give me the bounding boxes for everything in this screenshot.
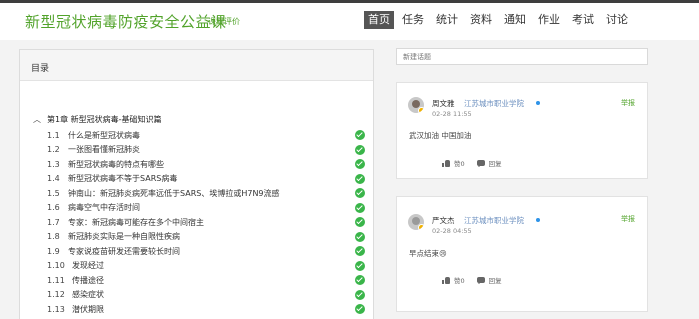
lesson-item[interactable]: 1.11 传播途径 bbox=[47, 273, 365, 287]
completed-check-icon bbox=[355, 260, 365, 271]
lesson-title: 什么是新型冠状病毒 bbox=[68, 130, 140, 140]
lesson-number: 1.5 bbox=[47, 188, 60, 198]
course-eval-link[interactable]: 课程评价 bbox=[208, 16, 240, 27]
lesson-number: 1.12 bbox=[47, 290, 65, 299]
lesson-number: 1.10 bbox=[47, 261, 65, 270]
lesson-title: 潜伏期限 bbox=[72, 304, 104, 314]
lesson-title: 一张图看懂新冠肺炎 bbox=[68, 145, 140, 154]
completed-check-icon bbox=[355, 202, 365, 213]
post-time: 02-28 04:55 bbox=[432, 227, 472, 235]
post-school: 江苏城市职业学院 bbox=[464, 216, 524, 225]
completed-check-icon bbox=[355, 130, 365, 140]
lesson-number: 1.3 bbox=[47, 159, 60, 169]
main-nav: 首页 任务 统计 资料 通知 作业 考试 讨论 bbox=[364, 11, 636, 29]
nav-home[interactable]: 首页 bbox=[364, 11, 394, 29]
lesson-item[interactable]: 1.8 新冠肺炎实际是一种自限性疾病 bbox=[47, 230, 365, 244]
comment-icon bbox=[476, 160, 485, 167]
post-actions: 赞0 回复 bbox=[442, 158, 514, 168]
like-button[interactable]: 赞0 bbox=[442, 275, 465, 285]
report-button[interactable]: 举报 bbox=[621, 214, 635, 224]
completed-check-icon bbox=[355, 275, 365, 285]
lesson-item[interactable]: 1.4 新型冠状病毒不等于SARS病毒 bbox=[47, 172, 365, 186]
lesson-item[interactable]: 1.1 什么是新型冠状病毒 bbox=[47, 128, 365, 142]
chapter-heading[interactable]: ︿ 第1章 新型冠状病毒-基础知识篇 bbox=[33, 114, 162, 125]
nav-homework[interactable]: 作业 bbox=[534, 11, 564, 29]
discussion-post: 周文雅 江苏城市职业学院 举报 02-28 11:55 武汉加油 中国加油 赞0… bbox=[396, 82, 648, 179]
online-status-dot bbox=[536, 101, 540, 105]
lesson-item[interactable]: 1.7 专家：新冠病毒可能存在多个中间宿主 bbox=[47, 215, 365, 229]
chevron-up-icon[interactable]: ︿ bbox=[33, 114, 41, 125]
lesson-title: 专家说疫苗研发还需要较长时间 bbox=[68, 246, 180, 256]
lesson-number: 1.9 bbox=[47, 246, 60, 256]
lesson-number: 1.7 bbox=[47, 217, 60, 227]
report-button[interactable]: 举报 bbox=[621, 98, 635, 108]
post-time: 02-28 11:55 bbox=[432, 110, 472, 118]
lesson-title: 新型冠状病毒的特点有哪些 bbox=[68, 159, 164, 169]
like-button[interactable]: 赞0 bbox=[442, 158, 465, 168]
new-topic-input[interactable] bbox=[396, 48, 648, 65]
lesson-title: 病毒空气中存活时间 bbox=[68, 203, 140, 212]
lesson-item[interactable]: 1.6 病毒空气中存活时间 bbox=[47, 201, 365, 215]
completed-check-icon bbox=[355, 289, 365, 300]
post-author[interactable]: 周文雅 bbox=[432, 98, 455, 109]
nav-discussion[interactable]: 讨论 bbox=[602, 11, 632, 29]
nav-tasks[interactable]: 任务 bbox=[398, 11, 428, 29]
completed-check-icon bbox=[355, 159, 365, 169]
avatar[interactable] bbox=[408, 97, 424, 113]
lesson-item[interactable]: 1.2 一张图看懂新冠肺炎 bbox=[47, 143, 365, 157]
reply-button[interactable]: 回复 bbox=[476, 275, 502, 285]
completed-check-icon bbox=[355, 246, 365, 256]
post-author[interactable]: 严文杰 bbox=[432, 215, 455, 226]
lesson-title: 钟南山：新冠肺炎病死率远低于SARS、埃博拉或H7N9流感 bbox=[68, 188, 280, 198]
lesson-title: 感染症状 bbox=[72, 290, 104, 299]
nav-stats[interactable]: 统计 bbox=[432, 11, 462, 29]
lesson-item[interactable]: 1.10 发现经过 bbox=[47, 259, 365, 273]
completed-check-icon bbox=[355, 231, 365, 242]
badge-icon bbox=[418, 107, 424, 113]
lesson-number: 1.6 bbox=[47, 203, 60, 212]
nav-notices[interactable]: 通知 bbox=[500, 11, 530, 29]
badge-icon bbox=[418, 224, 424, 230]
completed-check-icon bbox=[355, 304, 365, 314]
lesson-number: 1.8 bbox=[47, 232, 60, 241]
chapter-title: 第1章 新型冠状病毒-基础知识篇 bbox=[47, 115, 162, 124]
lesson-title: 新型冠状病毒不等于SARS病毒 bbox=[68, 174, 178, 183]
post-actions: 赞0 回复 bbox=[442, 275, 514, 285]
completed-check-icon bbox=[355, 173, 365, 184]
nav-exam[interactable]: 考试 bbox=[568, 11, 598, 29]
completed-check-icon bbox=[355, 217, 365, 227]
lesson-number: 1.1 bbox=[47, 130, 60, 140]
online-status-dot bbox=[536, 218, 540, 222]
lesson-item[interactable]: 1.5 钟南山：新冠肺炎病死率远低于SARS、埃博拉或H7N9流感 bbox=[47, 186, 365, 200]
thumbs-up-icon bbox=[442, 159, 450, 167]
reply-button[interactable]: 回复 bbox=[476, 158, 502, 168]
lesson-title: 发现经过 bbox=[72, 261, 104, 270]
discussion-post: 严文杰 江苏城市职业学院 举报 02-28 04:55 早点结束😢 赞0 回复 bbox=[396, 196, 648, 312]
lesson-item[interactable]: 1.12 感染症状 bbox=[47, 288, 365, 302]
lesson-title: 新冠肺炎实际是一种自限性疾病 bbox=[68, 232, 180, 241]
lesson-number: 1.13 bbox=[47, 304, 65, 314]
completed-check-icon bbox=[355, 144, 365, 155]
post-content: 武汉加油 中国加油 bbox=[409, 131, 472, 140]
post-school: 江苏城市职业学院 bbox=[464, 99, 524, 108]
course-title[interactable]: 新型冠状病毒防疫安全公益课 bbox=[25, 11, 227, 32]
lesson-title: 传播途径 bbox=[72, 275, 104, 285]
lesson-number: 1.11 bbox=[47, 275, 65, 285]
avatar[interactable] bbox=[408, 214, 424, 230]
lesson-number: 1.4 bbox=[47, 174, 60, 183]
comment-icon bbox=[476, 277, 485, 284]
lesson-title: 专家：新冠病毒可能存在多个中间宿主 bbox=[68, 217, 204, 227]
nav-materials[interactable]: 资料 bbox=[466, 11, 496, 29]
top-bar: 新型冠状病毒防疫安全公益课 课程评价 首页 任务 统计 资料 通知 作业 考试 … bbox=[0, 0, 699, 40]
lesson-item[interactable]: 1.9 专家说疫苗研发还需要较长时间 bbox=[47, 244, 365, 258]
completed-check-icon bbox=[355, 188, 365, 198]
lesson-item[interactable]: 1.3 新型冠状病毒的特点有哪些 bbox=[47, 157, 365, 171]
catalog-title: 目录 bbox=[20, 50, 373, 81]
lesson-number: 1.2 bbox=[47, 145, 60, 154]
lesson-item[interactable]: 1.13 潜伏期限 bbox=[47, 302, 365, 316]
post-content: 早点结束😢 bbox=[409, 249, 447, 258]
thumbs-up-icon bbox=[442, 276, 450, 284]
